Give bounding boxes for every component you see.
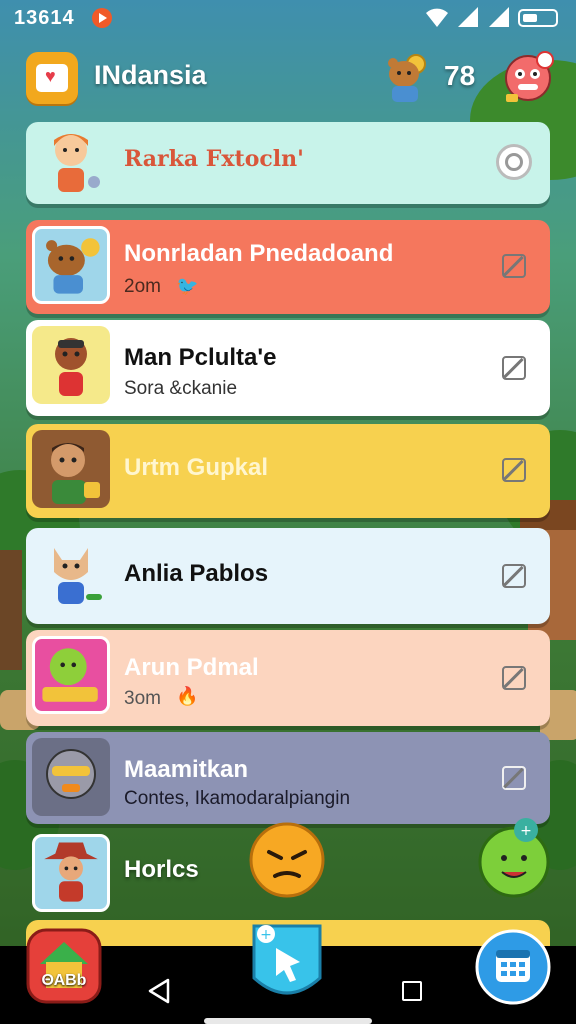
checkbox[interactable] <box>502 458 526 482</box>
fire-icon: 🔥 <box>176 686 199 706</box>
card-subtitle: 2om <box>124 276 161 297</box>
battery-icon <box>518 9 558 27</box>
card-title: Urtm Gupkal <box>124 454 269 481</box>
heart-app-icon <box>36 64 68 92</box>
calendar-icon[interactable] <box>474 928 552 1006</box>
radio-button[interactable] <box>496 144 532 180</box>
bear-mascot-icon[interactable] <box>384 52 434 106</box>
man-character-icon <box>32 430 110 508</box>
app-title: INdansia <box>94 60 207 90</box>
angry-face-icon[interactable] <box>247 820 327 900</box>
kid-character-icon <box>54 134 100 192</box>
card-title: Horlcs <box>124 856 199 883</box>
coin-count: 78 <box>444 60 476 91</box>
home-button-label: ΘΑΒb <box>41 972 87 989</box>
checkbox[interactable] <box>502 766 526 790</box>
house-icon <box>26 928 102 1004</box>
card-subtitle: 3om <box>124 688 161 709</box>
checkbox[interactable] <box>502 564 526 588</box>
card-title: Anlia Pablos <box>124 560 269 587</box>
card-title: Maamitkan <box>124 756 249 783</box>
card-title: Man Pclulta'e <box>124 344 277 371</box>
list-item[interactable]: Nonrladan Pnedadoand 2om 🐦 <box>26 220 550 314</box>
recents-icon[interactable] <box>402 981 422 1001</box>
svg-text:+: + <box>260 927 272 943</box>
app-logo[interactable] <box>26 52 78 104</box>
card-title: Rarka Fxtocln' <box>124 146 304 172</box>
robot-avatar-icon[interactable] <box>500 48 560 104</box>
list-item[interactable]: Rarka Fxtocln' <box>26 122 550 204</box>
screen-record-icon <box>92 8 112 28</box>
cat-character-icon <box>32 534 110 612</box>
card-subtitle: Contes, Ikamodaralpiangin <box>124 788 351 809</box>
robot-character-icon <box>32 738 110 816</box>
hand-pointer-icon[interactable]: + <box>248 918 326 1004</box>
status-time: 13614 <box>14 7 75 29</box>
bird-icon: 🐦 <box>176 276 199 296</box>
green-smiley-icon[interactable]: + <box>474 818 554 900</box>
home-button[interactable]: ΘΑΒb <box>26 928 102 1004</box>
signal-icon-2 <box>489 7 509 27</box>
list-item[interactable]: Arun Pdmal 3om 🔥 <box>26 630 550 726</box>
green-blob-character-icon <box>32 636 110 714</box>
bear-character-icon <box>32 226 110 304</box>
cowboy-character-icon <box>32 834 110 912</box>
checkbox[interactable] <box>502 356 526 380</box>
checkbox[interactable] <box>502 254 526 278</box>
list-item[interactable]: Urtm Gupkal <box>26 424 550 518</box>
back-icon[interactable] <box>146 978 172 1004</box>
signal-icon <box>458 7 478 27</box>
home-handle[interactable] <box>204 1018 372 1024</box>
wifi-icon <box>426 8 448 27</box>
svg-text:+: + <box>520 823 532 839</box>
list-item[interactable]: Man Pclulta'e Sora &ckanie <box>26 320 550 416</box>
card-title: Nonrladan Pnedadoand <box>124 240 394 267</box>
list-item[interactable]: Maamitkan Contes, Ikamodaralpiangin <box>26 732 550 824</box>
card-subtitle: Sora &ckanie <box>124 378 238 399</box>
list-item[interactable]: Anlia Pablos <box>26 528 550 624</box>
checkbox[interactable] <box>502 666 526 690</box>
status-bar: 13614 <box>0 0 576 36</box>
bear-kid-character-icon <box>32 326 110 404</box>
card-title: Arun Pdmal <box>124 654 259 681</box>
